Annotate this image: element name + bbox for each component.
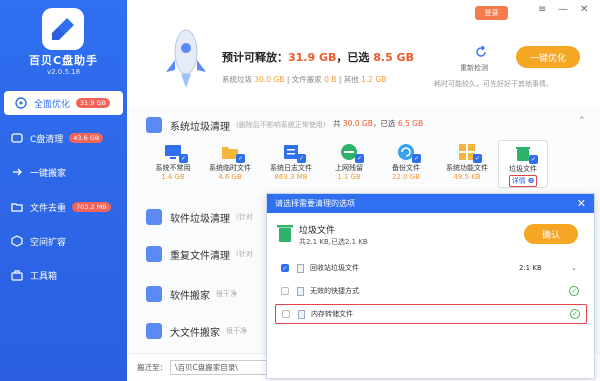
option-recycle-bin[interactable]: ✓ 回收站垃圾文件 2.1 KB ⌄ [275,258,587,278]
minimize-icon[interactable]: — [558,4,568,15]
release-breakdown: 系统垃圾 30.0 GB | 文件搬家 0 B | 其他 1.2 GB [222,75,387,84]
backup-icon: ✓ [397,143,421,163]
sidebar: 百贝C盘助手 v2.0.5.18 全面优化 31.9 GB C盘清理 43.6 … [0,0,127,381]
sidebar-item-full-optimize[interactable]: 全面优化 31.9 GB [4,91,123,115]
category-system-junk[interactable]: 系统垃圾清理 (删除后不影响系统正常使用) [146,117,325,133]
detail-link[interactable]: 详情 ❷ [508,175,538,187]
app-logo [42,8,84,50]
checkbox[interactable]: ✓ [281,264,289,272]
sidebar-item-label: 全面优化 [34,99,71,110]
dialog-subtitle: 共2.1 KB,已选2.1 KB [299,238,368,246]
copy-icon [146,246,162,262]
house-icon [14,96,28,110]
chevron-down-icon[interactable]: ⌄ [571,264,577,272]
sidebar-item-label: 文件去重 [30,203,67,214]
check-circle-icon: ✓ [570,309,580,319]
gear-icon [146,117,162,133]
monitor-icon: ✓ [164,143,188,163]
sub-item-temp[interactable]: ✓ 系统临时文件 4.6 GB [205,143,255,181]
file-icon [146,323,162,339]
status-badge: 43.6 GB [69,133,104,143]
confirm-button[interactable]: 确认 [524,224,578,244]
move-icon [146,286,162,302]
option-invalid-shortcuts[interactable]: 无效的快捷方式 ✓ [275,281,587,301]
junk-options-dialog: 请选择需要清理的选项 ✕ 垃圾文件 共2.1 KB,已选2.1 KB 确认 ✓ … [266,193,595,379]
sidebar-item-dedupe[interactable]: 文件去重 703.2 MB [0,195,127,219]
folder-icon: ✓ [221,143,245,163]
category-software-junk[interactable]: 软件垃圾清理 (针对 [146,209,253,225]
menu-icon[interactable]: ≡ [538,4,546,15]
status-badge: 31.9 GB [76,98,111,108]
app-version: v2.0.5.18 [46,68,81,76]
trash-icon [277,225,293,242]
trash-icon: ✓ [514,144,538,164]
sidebar-item-label: C盘清理 [30,134,64,145]
sub-item-logs[interactable]: ✓ 系统日志文件 863.3 MB [266,143,316,181]
time-tip: 耗时可能较久，可先好好干其他事情。 [434,80,553,88]
one-click-optimize-button[interactable]: 一键优化 [516,46,580,68]
cube-icon [10,234,24,248]
app-name: 百贝C盘助手 [28,54,99,67]
grid-icon: ✓ [458,143,482,163]
dialog-title: 垃圾文件 [299,226,336,236]
browser-icon: ✓ [340,143,364,163]
login-button[interactable]: 登录 [475,6,508,20]
sidebar-item-label: 一键搬家 [30,168,67,179]
sidebar-item-one-click-move[interactable]: 一键搬家 [0,160,127,184]
sub-item-backup[interactable]: ✓ 备份文件 22.0 GB [381,143,431,181]
file-icon [297,286,304,296]
folder-icon [10,200,24,214]
release-estimate: 预计可释放：31.9 GB，已选 8.5 GB [222,51,414,64]
log-icon: ✓ [282,143,306,163]
sidebar-item-toolbox[interactable]: 工具箱 [0,263,127,287]
option-memory-dump[interactable]: 内存转储文件 ✓ [275,304,587,324]
category-duplicate-files[interactable]: 重复文件清理 (针对 [146,246,253,262]
check-circle-icon: ✓ [569,286,579,296]
sidebar-item-expand[interactable]: 空间扩容 [0,229,127,253]
category-software-move[interactable]: 软件搬家 很干净 [146,286,237,302]
sub-item-features[interactable]: ✓ 系统功能文件 49.5 KB [442,143,492,181]
sub-item-junk-files[interactable]: ✓ 垃圾文件 详情 ❷ [498,140,548,188]
broom-logo-icon [52,18,74,40]
file-icon [297,263,304,273]
checkbox[interactable] [282,310,290,318]
target-path-field[interactable]: \百贝C盘搬家目录\ [170,360,270,375]
dialog-header: 请选择需要清理的选项 [267,194,594,213]
move-icon [10,165,24,179]
status-badge: 703.2 MB [72,202,111,212]
rocket-icon [166,29,206,88]
recheck-button[interactable]: 重新检测 [460,63,488,73]
checkbox[interactable] [281,287,289,295]
system-junk-summary: 共 30.0 GB，已选 6.5 GB [333,119,424,128]
chevron-up-icon[interactable]: ⌃ [578,116,586,126]
sub-item-browser[interactable]: ✓ 上网残留 1.1 GB [324,143,374,181]
drive-icon [10,131,24,145]
sidebar-item-label: 空间扩容 [30,237,67,248]
sidebar-item-label: 工具箱 [30,271,58,282]
close-icon[interactable]: ✕ [577,197,586,210]
sidebar-item-c-clean[interactable]: C盘清理 43.6 GB [0,126,127,150]
category-big-file-move[interactable]: 大文件搬家 很干净 [146,323,247,339]
refresh-icon[interactable] [474,45,488,59]
file-icon [298,309,305,319]
toolbox-icon [10,268,24,282]
app-icon [146,209,162,225]
sub-item-uncommon[interactable]: ✓ 系统不常用 1.4 GB [148,143,198,181]
close-icon[interactable]: ✕ [580,4,588,15]
